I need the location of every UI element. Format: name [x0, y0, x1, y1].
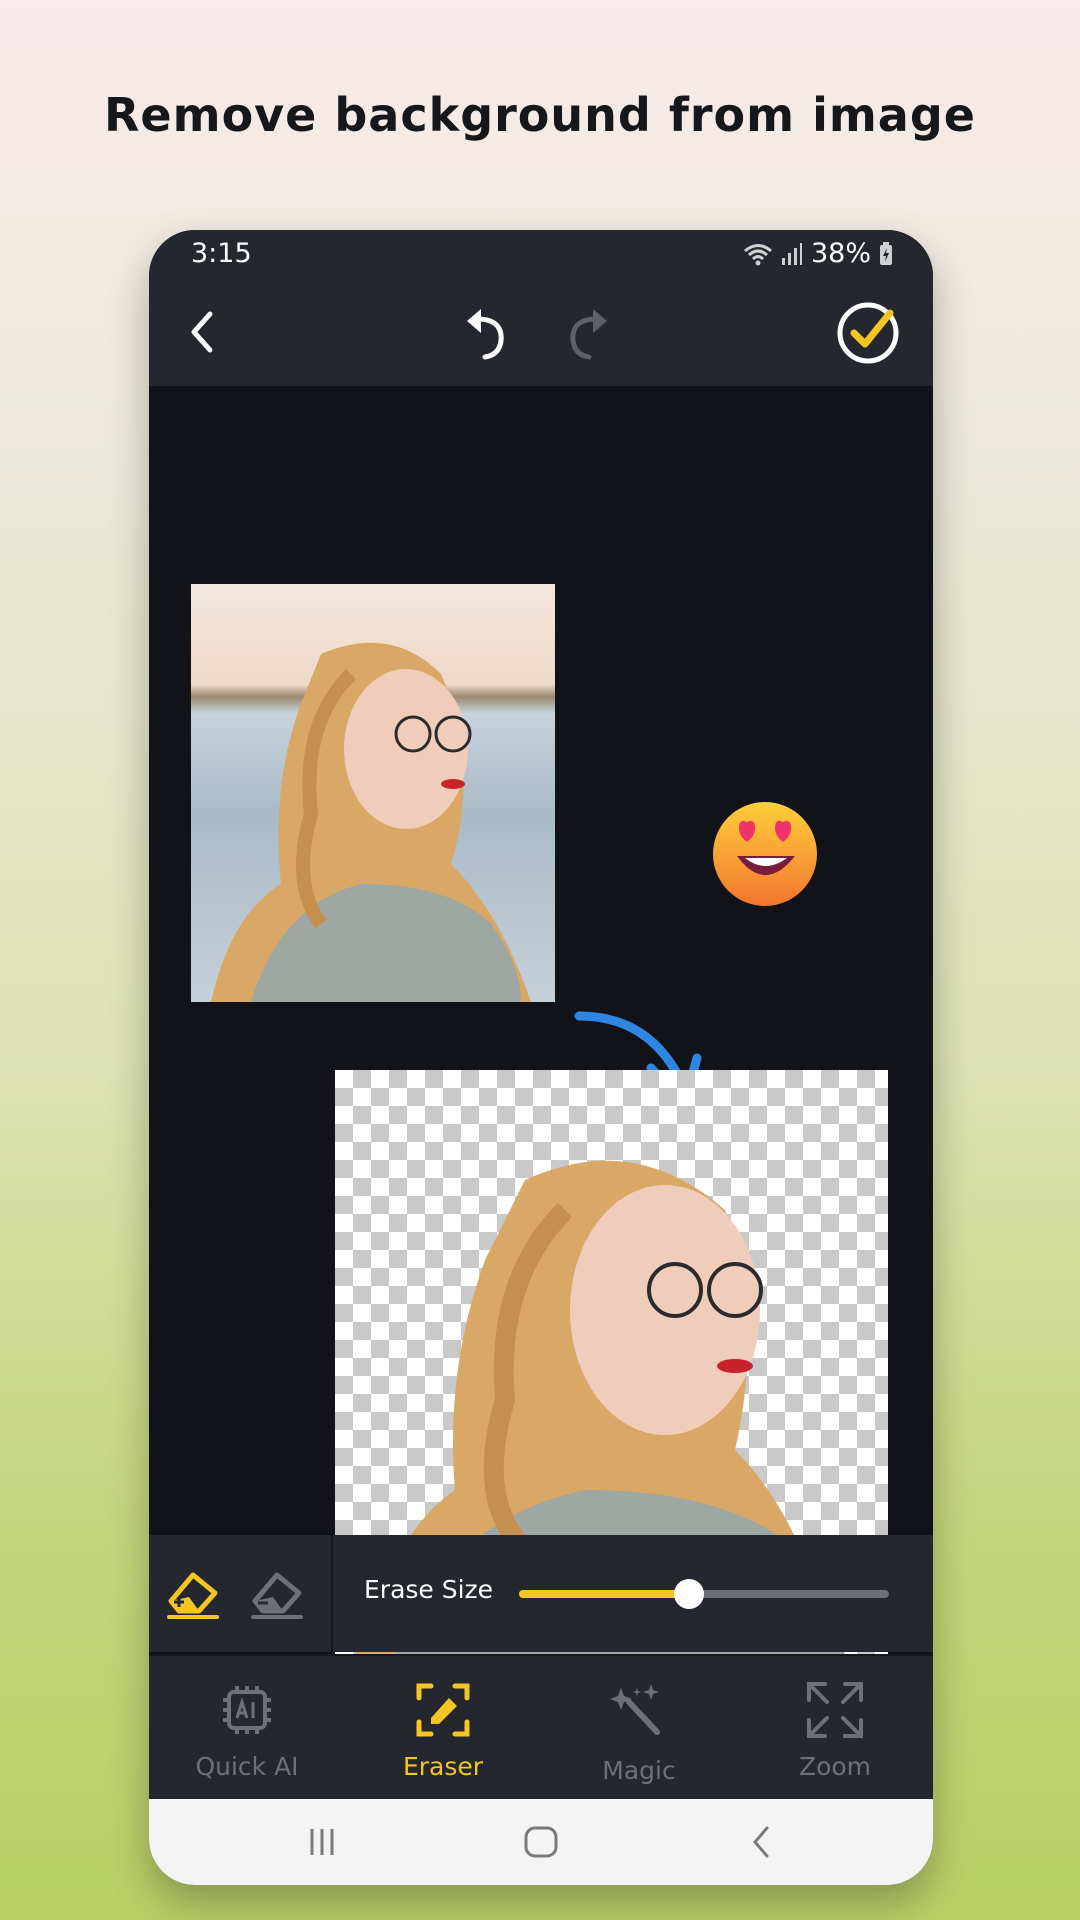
magic-wand-icon — [610, 1684, 660, 1735]
tab-label: Quick AI — [195, 1752, 299, 1781]
eraser-tool-row: Erase Size — [149, 1535, 933, 1652]
system-navigation-bar — [149, 1799, 933, 1885]
erase-size-label: Erase Size — [364, 1575, 494, 1604]
tab-label: Eraser — [402, 1752, 484, 1781]
phone-screen: 3:15 38% Erase Size Quick AI Eraser Magi… — [149, 230, 933, 1885]
tab-label: Magic — [602, 1756, 676, 1785]
battery-charging-icon — [880, 241, 892, 265]
battery-percent: 38% — [810, 238, 871, 269]
tab-eraser[interactable]: Eraser — [345, 1656, 541, 1801]
status-time: 3:15 — [191, 238, 252, 269]
tab-quick-ai[interactable]: Quick AI — [149, 1656, 345, 1801]
back-arrow-icon — [191, 311, 213, 353]
home-icon[interactable] — [523, 1825, 559, 1859]
eraser-icon — [416, 1683, 470, 1737]
check-circle-icon — [837, 302, 899, 364]
undo-icon — [467, 309, 504, 360]
tab-magic[interactable]: Magic — [541, 1656, 737, 1801]
headline: Remove background from image — [104, 88, 976, 142]
system-back-icon[interactable] — [749, 1825, 773, 1859]
ai-chip-icon — [223, 1686, 271, 1734]
undo-button[interactable] — [451, 298, 521, 368]
tool-divider — [331, 1535, 333, 1652]
tab-label: Zoom — [798, 1752, 872, 1781]
zoom-expand-icon — [807, 1682, 863, 1738]
erase-size-slider-thumb[interactable] — [674, 1579, 705, 1609]
heart-eyes-emoji-icon — [713, 802, 817, 906]
eraser-add-button[interactable] — [161, 1561, 225, 1625]
eraser-subtract-button[interactable] — [245, 1561, 309, 1625]
redo-icon — [570, 309, 607, 360]
confirm-button[interactable] — [833, 298, 903, 368]
eraser-add-icon — [167, 1572, 219, 1619]
status-bar: 3:15 38% — [149, 230, 933, 278]
bottom-tab-bar: Quick AI Eraser Magic Zoom — [149, 1654, 933, 1799]
recent-apps-icon[interactable] — [307, 1827, 337, 1857]
back-button[interactable] — [169, 300, 233, 364]
signal-icon — [781, 242, 802, 265]
tab-zoom[interactable]: Zoom — [737, 1656, 933, 1801]
erase-size-slider[interactable] — [519, 1579, 889, 1609]
original-photo — [191, 584, 555, 1002]
status-indicators: 38% — [743, 238, 893, 269]
eraser-subtract-icon — [251, 1572, 303, 1619]
erase-size-slider-fill — [519, 1590, 690, 1598]
original-photo-illustration — [211, 642, 531, 1002]
redo-button[interactable] — [553, 298, 623, 368]
top-toolbar — [149, 278, 933, 386]
wifi-icon — [744, 243, 772, 265]
